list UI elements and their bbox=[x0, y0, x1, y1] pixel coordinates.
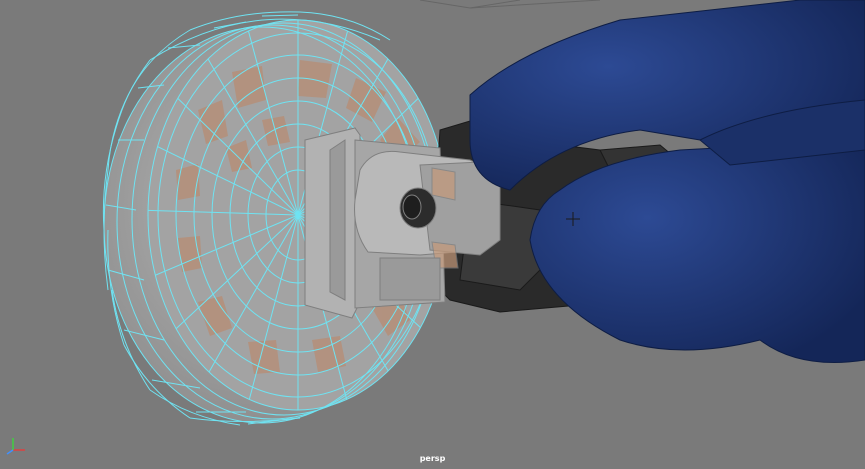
scene-render[interactable] bbox=[0, 0, 865, 469]
camera-name-label: persp bbox=[419, 454, 446, 463]
3d-viewport[interactable]: persp bbox=[0, 0, 865, 469]
